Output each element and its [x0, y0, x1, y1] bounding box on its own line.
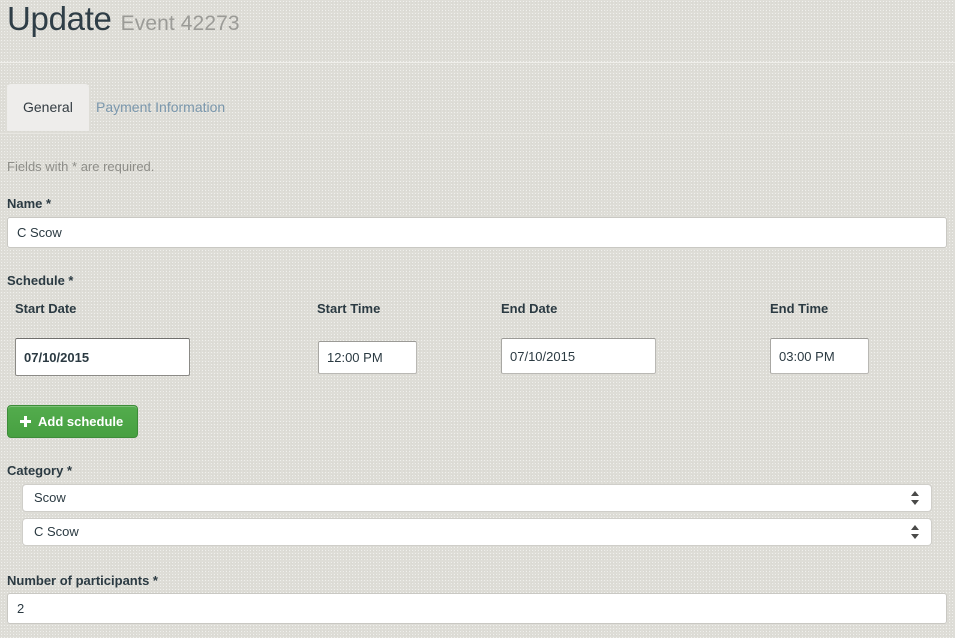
participants-input[interactable]: [7, 593, 947, 624]
page-title: Update Event 42273: [7, 0, 240, 38]
header-divider: [0, 62, 955, 63]
column-header-start-date: Start Date: [15, 301, 77, 316]
tab-bar-divider: [0, 133, 955, 134]
schedule-start-date-input[interactable]: [15, 338, 190, 376]
required-fields-note: Fields with * are required.: [7, 159, 155, 174]
schedule-start-time-input[interactable]: [318, 341, 417, 374]
add-schedule-button-label: Add schedule: [38, 414, 124, 429]
page-header: Update Event 42273: [0, 0, 955, 63]
tab-bar: General Payment Information: [0, 84, 955, 133]
category-select[interactable]: Scow: [22, 484, 932, 512]
subcategory-select[interactable]: C Scow: [22, 518, 932, 546]
plus-icon: [20, 416, 31, 427]
name-label: Name *: [7, 196, 52, 211]
schedule-end-date-input[interactable]: [501, 338, 656, 374]
page-subtitle: Event 42273: [120, 12, 240, 35]
chevron-updown-icon: [911, 490, 920, 506]
participants-label: Number of participants *: [7, 573, 158, 588]
page-title-text: Update: [7, 0, 112, 37]
column-header-start-time: Start Time: [317, 301, 381, 316]
add-schedule-button[interactable]: Add schedule: [7, 405, 139, 438]
chevron-updown-icon: [911, 524, 920, 540]
column-header-end-date: End Date: [501, 301, 558, 316]
update-event-page: Update Event 42273 General Payment Inform…: [0, 0, 955, 638]
schedule-label: Schedule *: [7, 273, 74, 288]
tab-payment-information[interactable]: Payment Information: [80, 84, 241, 131]
schedule-end-time-input[interactable]: [770, 338, 869, 374]
column-header-end-time: End Time: [770, 301, 829, 316]
subcategory-select-value: C Scow: [34, 524, 79, 539]
tab-general[interactable]: General: [7, 84, 89, 131]
name-input[interactable]: [7, 217, 947, 248]
category-select-value: Scow: [34, 490, 66, 505]
category-label: Category *: [7, 463, 73, 478]
